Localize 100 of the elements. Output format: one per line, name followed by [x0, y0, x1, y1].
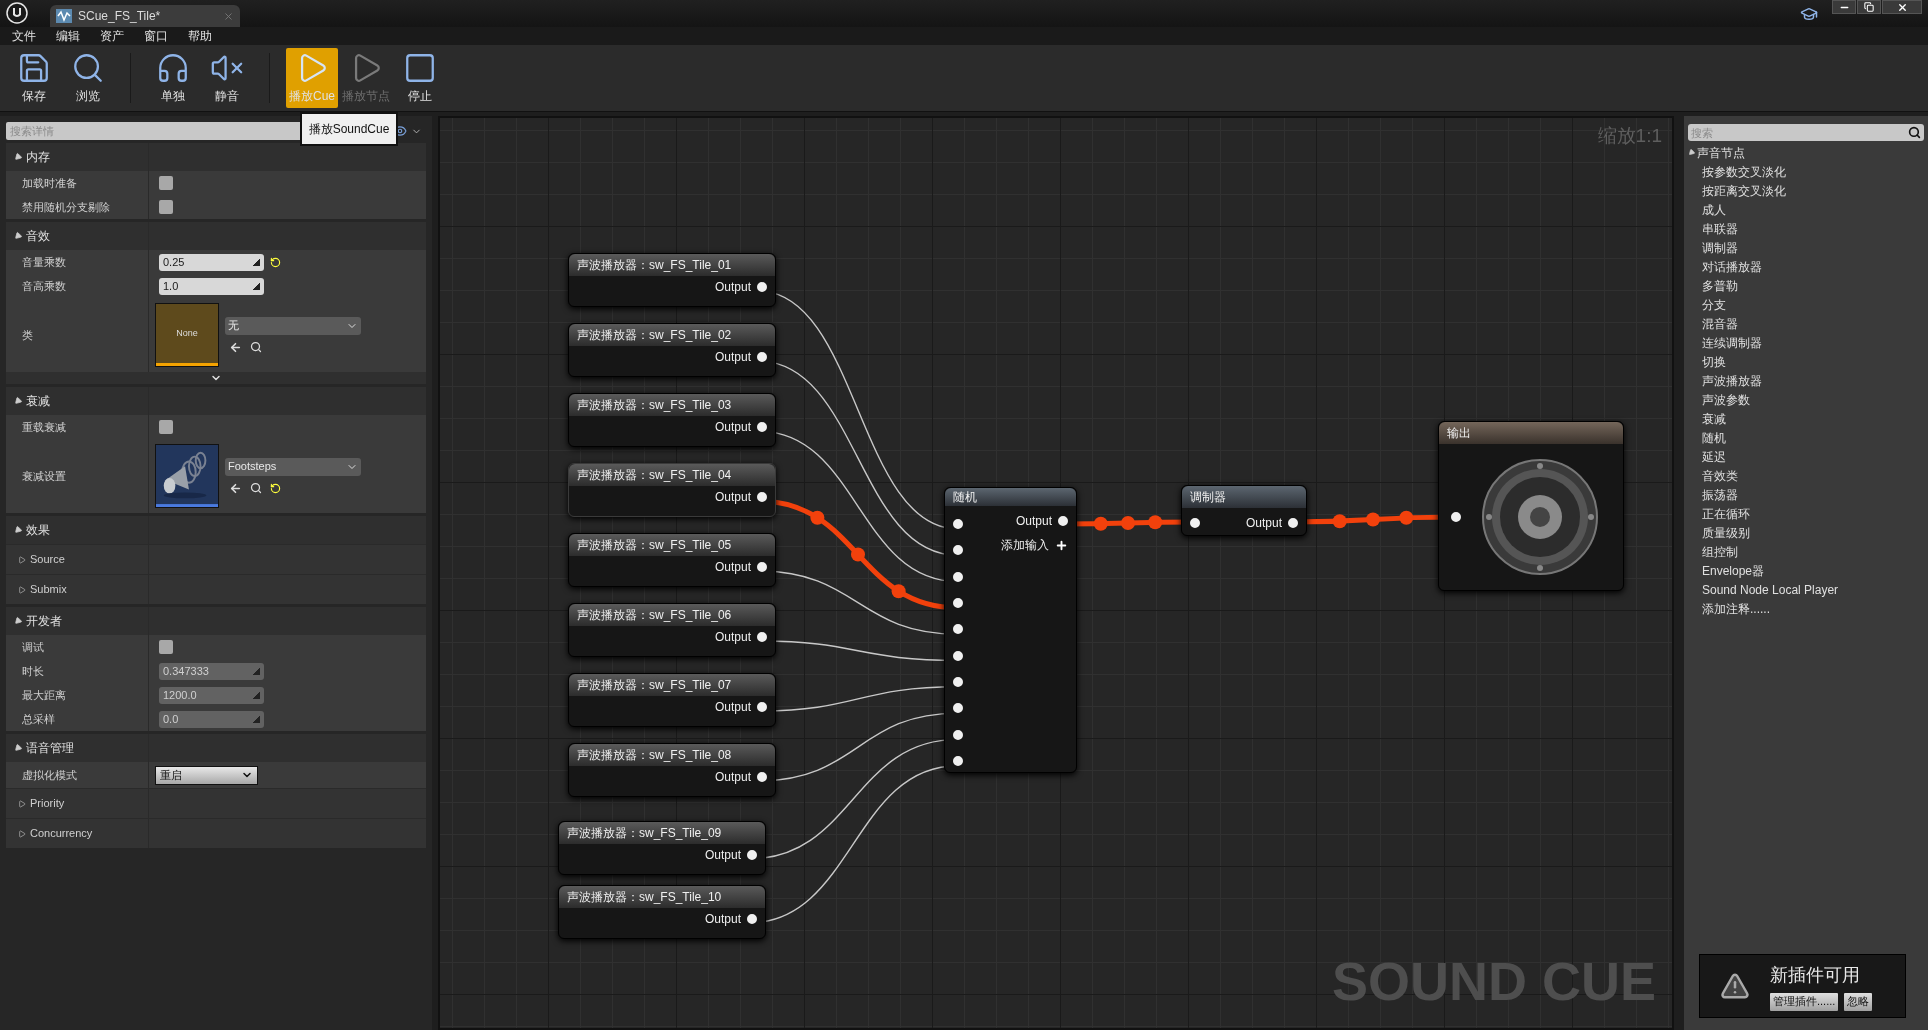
toolbar-button[interactable]: 单独: [147, 48, 199, 108]
pin[interactable]: [757, 282, 767, 292]
sound-wave-node[interactable]: 声波播放器：sw_FS_Tile_06 Output: [568, 603, 776, 657]
pin[interactable]: [953, 755, 963, 766]
pin[interactable]: [1190, 518, 1200, 528]
checkbox[interactable]: [159, 420, 173, 434]
sound-wave-node[interactable]: 声波播放器：sw_FS_Tile_09 Output: [558, 821, 766, 875]
menu-item[interactable]: 资产: [100, 27, 124, 45]
expand-arrow-icon[interactable]: [12, 230, 24, 242]
palette-item[interactable]: 串联器: [1702, 219, 1738, 238]
sound-wave-node[interactable]: 声波播放器：sw_FS_Tile_01 Output: [568, 253, 776, 307]
search-icon[interactable]: [250, 341, 262, 353]
palette-item[interactable]: 对话播放器: [1702, 257, 1762, 276]
output-node[interactable]: 输出: [1438, 421, 1624, 591]
palette-item[interactable]: 随机: [1702, 428, 1726, 447]
pin[interactable]: [757, 492, 767, 502]
sound-wave-node[interactable]: 声波播放器：sw_FS_Tile_10 Output: [558, 885, 766, 939]
pin[interactable]: [953, 650, 963, 661]
pin[interactable]: [953, 598, 963, 609]
palette-item[interactable]: 声波播放器: [1702, 371, 1762, 390]
palette-item[interactable]: 质量级别: [1702, 523, 1750, 542]
palette-item[interactable]: 声音节点: [1697, 143, 1745, 162]
palette-item[interactable]: 成人: [1702, 200, 1726, 219]
palette-item[interactable]: 衰减: [1702, 409, 1726, 428]
palette-item[interactable]: 声波参数: [1702, 390, 1750, 409]
palette-item[interactable]: 连续调制器: [1702, 333, 1762, 352]
menu-item[interactable]: 编辑: [56, 27, 80, 45]
pin[interactable]: [1058, 516, 1068, 526]
palette-item[interactable]: 振荡器: [1702, 485, 1738, 504]
sound-wave-node[interactable]: 声波播放器：sw_FS_Tile_05 Output: [568, 533, 776, 587]
palette-item[interactable]: 组控制: [1702, 542, 1738, 561]
palette-item[interactable]: 添加注释......: [1702, 599, 1770, 618]
pin[interactable]: [757, 772, 767, 782]
palette-item[interactable]: 按参数交叉淡化: [1702, 162, 1786, 181]
expand-arrow-icon[interactable]: [12, 742, 24, 754]
number-field[interactable]: 1.0: [159, 277, 264, 295]
search-icon[interactable]: [250, 482, 262, 494]
palette-item[interactable]: 多普勒: [1702, 276, 1738, 295]
checkbox[interactable]: [159, 200, 173, 214]
menu-item[interactable]: 窗口: [144, 27, 168, 45]
pin[interactable]: [747, 850, 757, 860]
toolbar-button[interactable]: 静音: [201, 48, 253, 108]
pin[interactable]: [953, 676, 963, 687]
number-field[interactable]: 0.25: [159, 253, 264, 271]
sound-wave-node[interactable]: 声波播放器：sw_FS_Tile_07 Output: [568, 673, 776, 727]
asset-dropdown[interactable]: Footsteps: [225, 457, 361, 476]
random-node[interactable]: 随机 Output 添加输入: [944, 487, 1077, 773]
pin[interactable]: [953, 545, 963, 556]
sound-wave-node[interactable]: 声波播放器：sw_FS_Tile_02 Output: [568, 323, 776, 377]
pin[interactable]: [953, 571, 963, 582]
pin[interactable]: [1451, 512, 1461, 522]
palette-item[interactable]: 延迟: [1702, 447, 1726, 466]
palette-item[interactable]: 切换: [1702, 352, 1726, 371]
close-button[interactable]: [1882, 0, 1922, 14]
minimize-button[interactable]: [1832, 0, 1856, 14]
menu-item[interactable]: 帮助: [188, 27, 212, 45]
pin[interactable]: [757, 562, 767, 572]
sound-wave-node[interactable]: 声波播放器：sw_FS_Tile_03 Output: [568, 393, 776, 447]
pin[interactable]: [953, 729, 963, 740]
pin[interactable]: [757, 702, 767, 712]
expand-arrow-icon[interactable]: [12, 151, 24, 163]
palette-item[interactable]: 混音器: [1702, 314, 1738, 333]
palette-item[interactable]: 按距离交叉淡化: [1702, 181, 1786, 200]
search-field[interactable]: 搜索: [1688, 124, 1924, 141]
palette-item[interactable]: Sound Node Local Player: [1702, 580, 1839, 599]
pin[interactable]: [757, 422, 767, 432]
arrow-left-icon[interactable]: [229, 340, 242, 354]
menu-item[interactable]: 文件: [12, 27, 36, 45]
asset-thumbnail[interactable]: None: [155, 303, 219, 367]
arrow-left-icon[interactable]: [229, 481, 242, 495]
pin[interactable]: [953, 519, 963, 530]
notification-button[interactable]: 管理插件......: [1770, 992, 1839, 1011]
expand-arrow-icon[interactable]: [1686, 147, 1697, 158]
reset-icon[interactable]: [270, 256, 281, 268]
document-tab[interactable]: SCue_FS_Tile*: [50, 5, 240, 27]
notification-button[interactable]: 忽略: [1844, 992, 1873, 1011]
sound-wave-node[interactable]: 声波播放器：sw_FS_Tile_08 Output: [568, 743, 776, 797]
pin[interactable]: [747, 914, 757, 924]
modulator-node[interactable]: 调制器 Output: [1181, 485, 1307, 536]
pin[interactable]: [953, 703, 963, 714]
palette-item[interactable]: 音效类: [1702, 466, 1738, 485]
checkbox[interactable]: [159, 176, 173, 190]
pin[interactable]: [757, 352, 767, 362]
dropdown[interactable]: 重启: [155, 765, 258, 785]
asset-dropdown[interactable]: 无: [225, 316, 361, 335]
palette-item[interactable]: Envelope器: [1702, 561, 1765, 580]
toolbar-button[interactable]: 保存: [8, 48, 60, 108]
expand-arrow-icon[interactable]: [12, 615, 24, 627]
pin[interactable]: [953, 624, 963, 635]
palette-item[interactable]: 调制器: [1702, 238, 1738, 257]
checkbox[interactable]: [159, 640, 173, 654]
add-icon[interactable]: [1055, 538, 1068, 552]
pin[interactable]: [1288, 518, 1298, 528]
toolbar-button[interactable]: 浏览: [62, 48, 114, 108]
palette-item[interactable]: 正在循环: [1702, 504, 1750, 523]
reset-icon[interactable]: [270, 482, 281, 494]
toolbar-button[interactable]: 停止: [394, 48, 446, 108]
expand-arrow-icon[interactable]: [12, 395, 24, 407]
graduation-cap-icon[interactable]: [1800, 5, 1818, 23]
expand-arrow-icon[interactable]: [12, 524, 24, 536]
